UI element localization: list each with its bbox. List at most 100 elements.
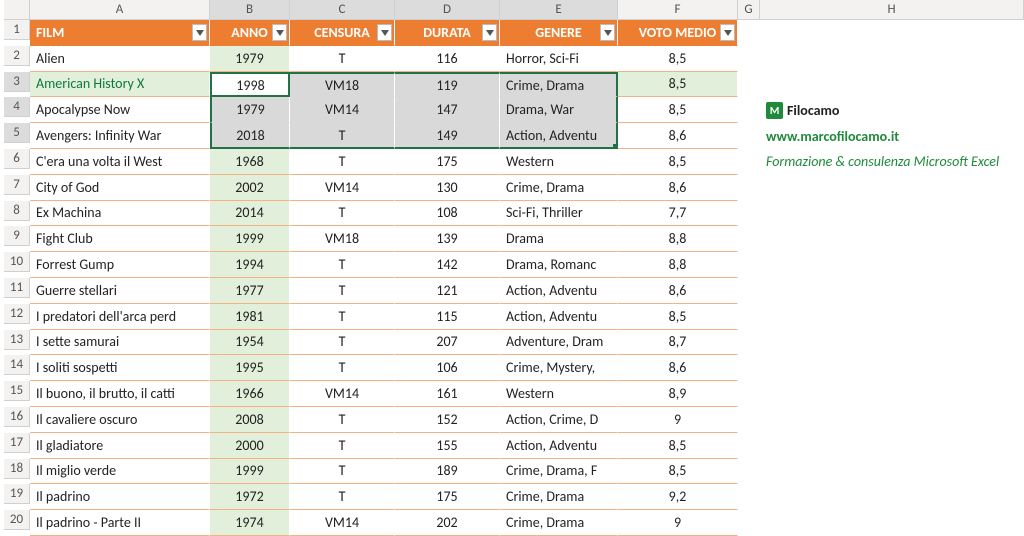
cell-genere[interactable]: Action, Crime, D — [500, 407, 618, 433]
cell-voto[interactable]: 8,9 — [618, 381, 738, 407]
cell-anno[interactable]: 1994 — [210, 252, 290, 278]
cell-durata[interactable]: 142 — [395, 252, 500, 278]
row-2-header[interactable]: 2 — [4, 46, 30, 66]
row-18-header[interactable]: 18 — [4, 459, 30, 479]
cell-anno[interactable]: 1968 — [210, 149, 290, 175]
cell-censura[interactable]: T — [290, 304, 395, 330]
cell-genere[interactable]: Adventure, Dram — [500, 330, 618, 356]
cell-durata[interactable]: 207 — [395, 330, 500, 356]
cell-anno[interactable]: 1977 — [210, 278, 290, 304]
cell-genere[interactable]: Action, Adventu — [500, 278, 618, 304]
cell-censura[interactable]: T — [290, 484, 395, 510]
cell-anno[interactable]: 2014 — [210, 201, 290, 227]
cell-genere[interactable]: Western — [500, 381, 618, 407]
row-15-header[interactable]: 15 — [4, 381, 30, 401]
cell-censura[interactable]: T — [290, 278, 395, 304]
row-9-header[interactable]: 9 — [4, 226, 30, 246]
cell-anno[interactable]: 1966 — [210, 381, 290, 407]
row-7-header[interactable]: 7 — [4, 175, 30, 195]
col-E[interactable]: E — [500, 0, 618, 20]
cell-film[interactable]: American History X — [30, 72, 210, 98]
cell-film[interactable]: Fight Club — [30, 226, 210, 252]
cell-anno[interactable]: 1999 — [210, 459, 290, 485]
filter-icon[interactable] — [600, 24, 615, 41]
row-8-header[interactable]: 8 — [4, 201, 30, 221]
cell-film[interactable]: Il buono, il brutto, il catti — [30, 381, 210, 407]
cell-censura[interactable]: T — [290, 123, 395, 149]
cell-genere[interactable]: Action, Adventu — [500, 433, 618, 459]
cell-voto[interactable]: 9 — [618, 407, 738, 433]
row-11-header[interactable]: 11 — [4, 278, 30, 298]
cell-genere[interactable]: Action, Adventu — [500, 123, 618, 149]
cell-durata[interactable]: 106 — [395, 355, 500, 381]
cell-genere[interactable]: Crime, Drama — [500, 510, 618, 536]
cell-voto[interactable]: 8,5 — [618, 72, 738, 98]
col-B[interactable]: B — [210, 0, 290, 20]
cell-film[interactable]: Guerre stellari — [30, 278, 210, 304]
cell-voto[interactable]: 8,6 — [618, 278, 738, 304]
cell-film[interactable]: Avengers: Infinity War — [30, 123, 210, 149]
cell-genere[interactable]: Western — [500, 149, 618, 175]
cell-censura[interactable]: VM18 — [290, 226, 395, 252]
cell-voto[interactable]: 8,5 — [618, 46, 738, 72]
cell-durata[interactable]: 189 — [395, 459, 500, 485]
cell-censura[interactable]: T — [290, 201, 395, 227]
cell-censura[interactable]: VM18 — [290, 72, 395, 98]
cell-film[interactable]: I sette samurai — [30, 330, 210, 356]
col-C[interactable]: C — [290, 0, 395, 20]
cell-film[interactable]: Ex Machina — [30, 201, 210, 227]
cell-durata[interactable]: 130 — [395, 175, 500, 201]
th-voto[interactable]: VOTO MEDIO — [618, 20, 738, 46]
th-film[interactable]: FILM — [30, 20, 210, 46]
cell-anno[interactable]: 1972 — [210, 484, 290, 510]
cell-durata[interactable]: 202 — [395, 510, 500, 536]
cell-censura[interactable]: T — [290, 433, 395, 459]
cell-durata[interactable]: 147 — [395, 97, 500, 123]
cell-censura[interactable]: VM14 — [290, 381, 395, 407]
cell-durata[interactable]: 139 — [395, 226, 500, 252]
col-D[interactable]: D — [395, 0, 500, 20]
row-19-header[interactable]: 19 — [4, 484, 30, 504]
th-anno[interactable]: ANNO — [210, 20, 290, 46]
cell-genere[interactable]: Crime, Drama — [500, 484, 618, 510]
cell-voto[interactable]: 8,5 — [618, 459, 738, 485]
cell-voto[interactable]: 8,6 — [618, 175, 738, 201]
cell-anno[interactable]: 1998 — [210, 72, 290, 98]
col-H[interactable]: H — [760, 0, 1024, 20]
row-10-header[interactable]: 10 — [4, 252, 30, 272]
cell-voto[interactable]: 8,6 — [618, 123, 738, 149]
row-12-header[interactable]: 12 — [4, 304, 30, 324]
cell-anno[interactable]: 2008 — [210, 407, 290, 433]
row-4-header[interactable]: 4 — [4, 97, 30, 117]
cell-durata[interactable]: 116 — [395, 46, 500, 72]
cell-genere[interactable]: Drama — [500, 226, 618, 252]
cell-durata[interactable]: 161 — [395, 381, 500, 407]
cell-durata[interactable]: 108 — [395, 201, 500, 227]
cell-durata[interactable]: 149 — [395, 123, 500, 149]
cell-censura[interactable]: VM14 — [290, 175, 395, 201]
cell-censura[interactable]: VM14 — [290, 510, 395, 536]
cell-film[interactable]: City of God — [30, 175, 210, 201]
th-censura[interactable]: CENSURA — [290, 20, 395, 46]
filter-icon[interactable] — [720, 24, 735, 41]
filter-icon[interactable] — [482, 24, 497, 41]
cell-voto[interactable]: 8,5 — [618, 304, 738, 330]
filter-icon[interactable] — [272, 24, 287, 41]
cell-censura[interactable]: T — [290, 252, 395, 278]
row-13-header[interactable]: 13 — [4, 330, 30, 350]
cell-film[interactable]: Il cavaliere oscuro — [30, 407, 210, 433]
cell-genere[interactable]: Drama, War — [500, 97, 618, 123]
cell-genere[interactable]: Drama, Romanc — [500, 252, 618, 278]
cell-film[interactable]: Il padrino - Parte II — [30, 510, 210, 536]
cell-genere[interactable]: Crime, Drama — [500, 72, 618, 98]
row-6-header[interactable]: 6 — [4, 149, 30, 169]
cell-voto[interactable]: 8,5 — [618, 97, 738, 123]
filter-icon[interactable] — [377, 24, 392, 41]
cell-anno[interactable]: 1999 — [210, 226, 290, 252]
cell-film[interactable]: Alien — [30, 46, 210, 72]
cell-censura[interactable]: VM14 — [290, 97, 395, 123]
cell-film[interactable]: C'era una volta il West — [30, 149, 210, 175]
cell-durata[interactable]: 121 — [395, 278, 500, 304]
cell-censura[interactable]: T — [290, 355, 395, 381]
cell-voto[interactable]: 8,5 — [618, 433, 738, 459]
